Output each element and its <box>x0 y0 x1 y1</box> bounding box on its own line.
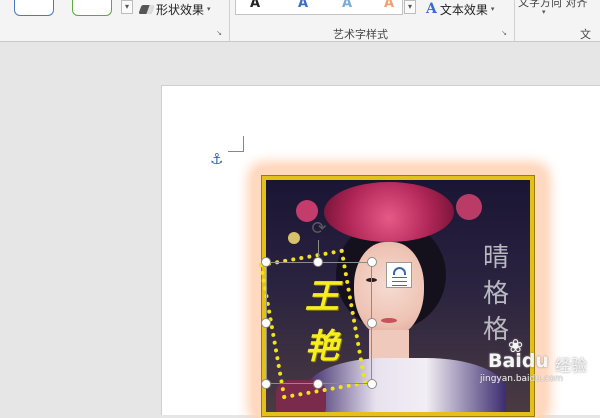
group-divider <box>514 0 515 42</box>
shape-style-button-blue[interactable] <box>14 0 54 16</box>
resize-handle-bottom-right[interactable] <box>367 379 377 389</box>
selection-frame[interactable] <box>266 262 372 384</box>
picture-flower <box>456 194 482 220</box>
dialog-launcher-icon[interactable]: ↘ <box>215 29 223 37</box>
margin-corner-mark <box>228 136 244 152</box>
layout-line <box>392 285 407 286</box>
wordart-style-item[interactable]: A <box>298 0 308 11</box>
vertical-caption-text[interactable]: 晴格格 <box>478 240 514 348</box>
shape-effect-label: 形状效果 <box>156 2 205 17</box>
text-effect-button[interactable]: A 文本效果 ▾ <box>426 1 494 17</box>
picture-lips <box>381 318 397 323</box>
wordart-style-gallery[interactable]: A A A A <box>235 0 403 15</box>
anchor-icon: ⚓ <box>210 150 224 168</box>
layout-options-icon <box>393 267 406 275</box>
layout-line <box>392 277 407 278</box>
chevron-down-icon: ▾ <box>207 5 211 13</box>
chevron-down-icon: ▾ <box>542 8 546 16</box>
picture-headdress <box>324 182 454 242</box>
picture-flower <box>288 232 300 244</box>
rotate-handle-icon[interactable]: ⟳ <box>308 218 330 240</box>
resize-handle-top-right[interactable] <box>367 257 377 267</box>
watermark-url: jingyan.baidu.com <box>480 374 564 384</box>
text-direction-button[interactable]: 文字方向 对齐 <box>518 0 588 10</box>
shape-style-button-green[interactable] <box>72 0 112 16</box>
wordart-style-item[interactable]: A <box>384 0 394 11</box>
chevron-down-icon: ▾ <box>490 5 495 13</box>
resize-handle-left[interactable] <box>261 318 271 328</box>
watermark-brand: Baidu <box>488 350 549 372</box>
group-divider <box>229 0 230 42</box>
watermark-sub: 经验 <box>555 356 588 375</box>
dialog-launcher-icon[interactable]: ↘ <box>500 29 508 37</box>
wordart-style-item[interactable]: A <box>250 0 260 11</box>
ribbon: ▾ 形状效果 ▾ ↘ A A A A ▾ A 文本效果 ▾ 艺术字样式 ↘ 文字… <box>0 0 600 42</box>
text-effect-label: 文本效果 <box>439 2 488 17</box>
shape-style-scroll-button[interactable]: ▾ <box>121 0 133 14</box>
layout-line <box>392 281 407 282</box>
wordart-style-item[interactable]: A <box>342 0 352 11</box>
resize-handle-top-left[interactable] <box>261 257 271 267</box>
layout-options-button[interactable] <box>386 262 412 288</box>
eraser-icon <box>138 4 155 14</box>
wordart-gallery-scroll-button[interactable]: ▾ <box>404 0 416 14</box>
text-effect-icon: A <box>426 1 437 17</box>
wordart-styles-group-label: 艺术字样式 <box>333 28 388 41</box>
shape-effect-button[interactable]: 形状效果 ▾ <box>138 1 211 17</box>
resize-handle-top[interactable] <box>313 257 323 267</box>
resize-handle-right[interactable] <box>367 318 377 328</box>
resize-handle-bottom[interactable] <box>313 379 323 389</box>
text-group-label: 文 <box>580 28 591 41</box>
resize-handle-bottom-left[interactable] <box>261 379 271 389</box>
